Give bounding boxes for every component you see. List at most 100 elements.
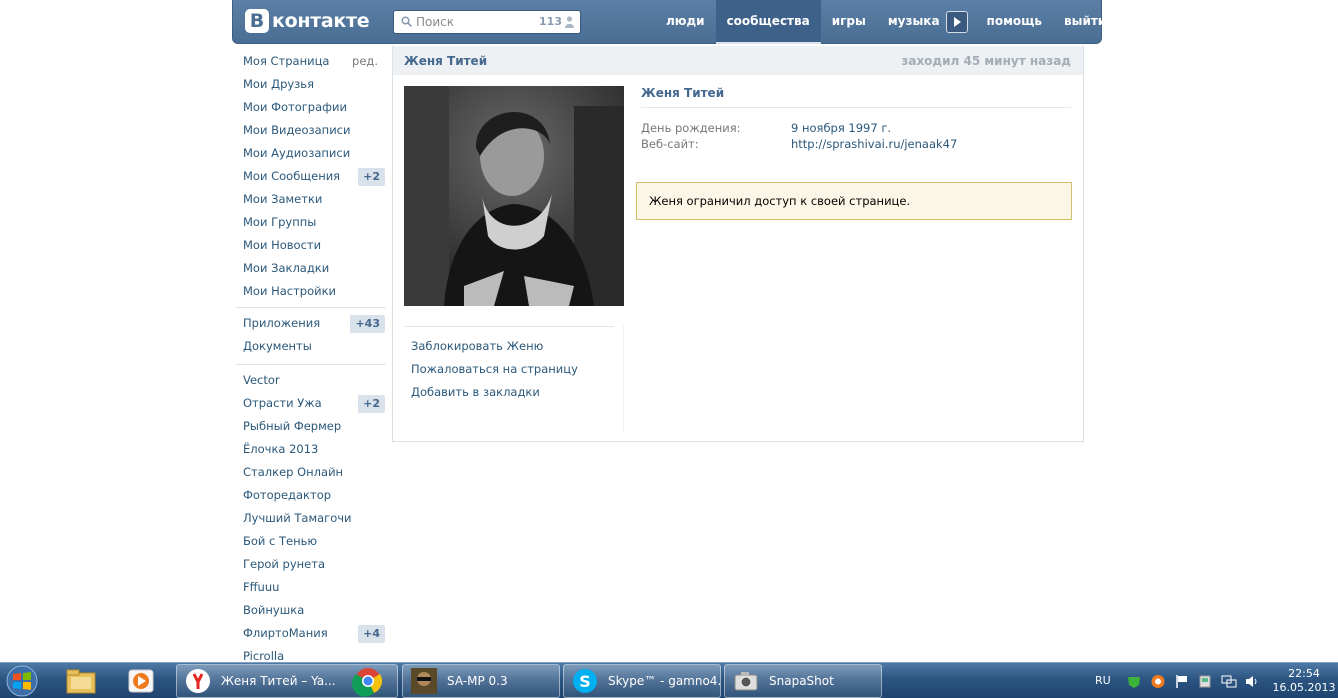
nav-games[interactable]: игры	[821, 0, 877, 44]
profile-photo-image	[404, 86, 624, 306]
website-row: Веб-сайт: http://sprashivai.ru/jenaak47	[641, 136, 1071, 152]
system-clock[interactable]: 22:54 16.05.2013	[1272, 667, 1336, 695]
task-skype[interactable]: S Skype™ - gamno4...	[563, 664, 721, 698]
app-item[interactable]: Ёлочка 2013	[236, 438, 386, 461]
nav-communities[interactable]: сообщества	[715, 0, 821, 44]
profile-name: Женя Титей	[641, 86, 1071, 108]
menu-my-friends[interactable]: Мои Друзья	[236, 73, 386, 96]
app-item[interactable]: Бой с Тенью	[236, 530, 386, 553]
explorer-icon[interactable]	[60, 665, 102, 697]
task-label: Skype™ - gamno4...	[608, 674, 721, 688]
search-input[interactable]	[416, 14, 526, 30]
search-box: 113	[393, 10, 581, 34]
app-item[interactable]: Сталкер Онлайн	[236, 461, 386, 484]
menu-divider	[236, 307, 386, 308]
nav-logout[interactable]: выйти	[1053, 0, 1117, 44]
birthday-value[interactable]: 9 ноября 1997 г.	[791, 120, 891, 136]
applications-badge: +43	[350, 315, 385, 333]
person-icon	[565, 16, 574, 28]
menu-my-messages-label: Мои Сообщения	[243, 169, 341, 183]
menu-edit-link[interactable]: ред.	[352, 50, 378, 73]
vk-logo[interactable]: В контакте	[245, 9, 370, 33]
task-label: SA-MP 0.3	[447, 674, 508, 688]
chrome-icon[interactable]	[347, 665, 389, 697]
birthday-row: День рождения: 9 ноября 1997 г.	[641, 120, 1071, 136]
menu-documents[interactable]: Документы	[236, 335, 386, 358]
access-restricted-notice: Женя ограничил доступ к своей странице.	[636, 182, 1072, 220]
samp-icon	[411, 668, 437, 694]
task-samp[interactable]: SA-MP 0.3	[402, 664, 560, 698]
app-item[interactable]: Рыбный Фермер	[236, 415, 386, 438]
top-header: В контакте 113 люди сообщества игры музы…	[232, 0, 1106, 44]
birthday-label: День рождения:	[641, 121, 741, 135]
app-item[interactable]: Fffuuu	[236, 576, 386, 599]
language-indicator[interactable]: RU	[1095, 674, 1111, 687]
column-divider	[623, 326, 624, 431]
online-friends-count: 113	[539, 15, 562, 28]
profile-header-bar: Женя Титей заходил 45 минут назад	[393, 46, 1083, 75]
profile-info: Женя Титей День рождения: 9 ноября 1997 …	[641, 86, 1071, 152]
task-label: SnapaShot	[769, 674, 834, 688]
app-item[interactable]: ФлиртоМания +4	[236, 622, 386, 645]
action-center-flag-icon[interactable]	[1174, 674, 1190, 689]
media-player-icon[interactable]	[120, 665, 162, 697]
nav-music[interactable]: музыка	[877, 0, 946, 44]
vk-logo-text: контакте	[272, 10, 370, 32]
network-icon[interactable]	[1221, 674, 1237, 689]
website-label: Веб-сайт:	[641, 137, 699, 151]
clock-date: 16.05.2013	[1272, 681, 1336, 694]
volume-icon[interactable]	[1244, 674, 1260, 689]
messages-badge: +2	[358, 168, 385, 186]
vk-logo-icon: В	[245, 9, 269, 33]
camera-icon	[734, 672, 758, 691]
start-button-icon[interactable]	[2, 664, 42, 698]
menu-my-groups[interactable]: Мои Группы	[236, 211, 386, 234]
app-item[interactable]: Vector	[236, 369, 386, 392]
app-badge: +2	[358, 395, 385, 413]
menu-my-audio[interactable]: Мои Аудиозаписи	[236, 142, 386, 165]
menu-my-photos[interactable]: Мои Фотографии	[236, 96, 386, 119]
menu-my-news[interactable]: Мои Новости	[236, 234, 386, 257]
yandex-browser-icon	[186, 669, 210, 693]
menu-my-page[interactable]: Моя Страница ред.	[236, 50, 386, 73]
menu-applications[interactable]: Приложения +43	[236, 312, 386, 335]
app-item[interactable]: Герой рунета	[236, 553, 386, 576]
update-icon[interactable]	[1150, 674, 1166, 689]
windows-taskbar: Женя Титей – Ya... SA-MP 0.3 S Skype™ - …	[0, 662, 1338, 698]
app-badge: +4	[358, 625, 385, 643]
profile-panel: Женя Титей заходил 45 минут назад Заблок…	[392, 46, 1084, 442]
task-label: Женя Титей – Ya...	[221, 674, 336, 688]
menu-my-bookmarks[interactable]: Мои Закладки	[236, 257, 386, 280]
svg-text:S: S	[579, 672, 591, 691]
app-item[interactable]: Фоторедактор	[236, 484, 386, 507]
app-item[interactable]: Отрасти Ужа +2	[236, 392, 386, 415]
menu-my-videos[interactable]: Мои Видеозаписи	[236, 119, 386, 142]
usb-device-icon[interactable]	[1197, 674, 1213, 689]
menu-my-notes[interactable]: Мои Заметки	[236, 188, 386, 211]
clock-time: 22:54	[1288, 667, 1320, 680]
last-seen-status: заходил 45 минут назад	[901, 54, 1071, 68]
menu-my-page-label: Моя Страница	[243, 54, 330, 68]
menu-my-messages[interactable]: Мои Сообщения +2	[236, 165, 386, 188]
menu-my-settings[interactable]: Мои Настройки	[236, 280, 386, 303]
app-item[interactable]: Лучший Тамагочи	[236, 507, 386, 530]
add-bookmark-link[interactable]: Добавить в закладки	[404, 382, 614, 405]
kaspersky-icon[interactable]	[1126, 674, 1142, 689]
profile-actions: Заблокировать Женю Пожаловаться на стран…	[404, 326, 614, 405]
top-nav: люди сообщества игры музыка помощь выйти	[655, 0, 1117, 44]
app-item[interactable]: Войнушка	[236, 599, 386, 622]
report-page-link[interactable]: Пожаловаться на страницу	[404, 359, 614, 382]
music-play-icon[interactable]	[945, 11, 968, 33]
profile-header-name: Женя Титей	[404, 54, 488, 68]
app-item-label: ФлиртоМания	[243, 626, 328, 640]
nav-help[interactable]: помощь	[976, 0, 1053, 44]
task-snapashot[interactable]: SnapaShot	[724, 664, 882, 698]
app-item-label: Отрасти Ужа	[243, 396, 322, 410]
website-link[interactable]: http://sprashivai.ru/jenaak47	[791, 136, 957, 152]
skype-icon: S	[573, 669, 597, 693]
menu-applications-label: Приложения	[243, 316, 321, 330]
profile-photo[interactable]	[404, 86, 624, 306]
menu-divider	[236, 364, 386, 365]
nav-people[interactable]: люди	[655, 0, 716, 44]
block-user-link[interactable]: Заблокировать Женю	[404, 336, 614, 359]
